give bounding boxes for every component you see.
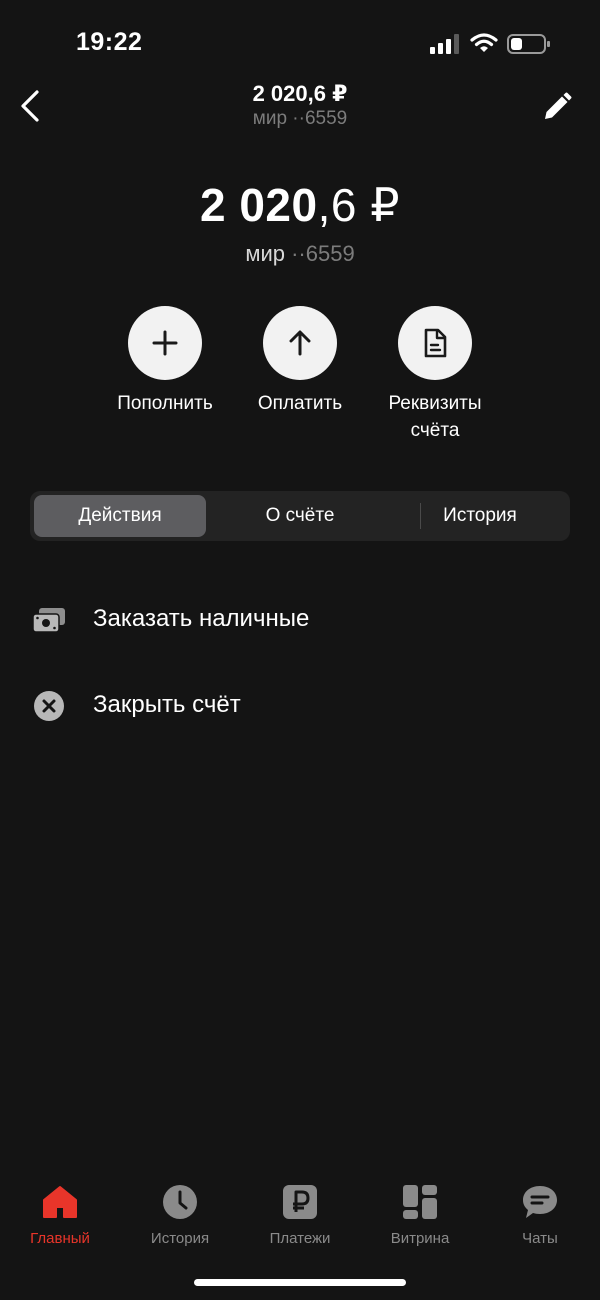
cash-icon [32,608,65,633]
bottom-nav: Главный История Платежи Витрина Чаты [0,1170,600,1260]
card-type-label: мир [245,241,285,266]
top-up-circle[interactable] [128,306,202,380]
tab-actions[interactable]: Действия [34,495,206,537]
tab-about-account[interactable]: О счёте [210,495,390,537]
nav-chats[interactable]: Чаты [480,1182,600,1247]
clock-icon-wrap [160,1182,200,1222]
close-account-label: Закрыть счёт [93,691,241,718]
home-icon-wrap [40,1182,80,1222]
ruble-icon-wrap [280,1182,320,1222]
requisites-label: Реквизиты счёта [360,390,510,444]
header-title: 2 020,6 ₽ [252,81,348,106]
tab-history[interactable]: История [390,495,570,537]
account-tabs: Действия О счёте История [30,491,570,541]
requisites-label-line2: счёта [410,420,460,441]
header: 2 020,6 ₽ мир ··6559 [0,76,600,136]
nav-history[interactable]: История [120,1182,240,1247]
nav-payments[interactable]: Платежи [240,1182,360,1247]
nav-history-label: История [150,1230,210,1247]
requisites-button[interactable]: Реквизиты счёта [360,306,510,444]
nav-payments-label: Платежи [269,1230,331,1247]
top-up-label: Пополнить [117,393,213,414]
order-cash-item[interactable]: Заказать наличные [0,590,600,650]
close-circle-icon [34,691,64,721]
pay-label: Оплатить [257,393,343,414]
nav-home-label: Главный [30,1230,90,1247]
balance-integer: 2 020 [199,179,318,231]
document-icon [424,328,447,358]
card-info: мир ··6559 [0,241,600,267]
wifi-icon [470,33,498,52]
close-circle-icon-wrap [32,689,66,723]
showcase-icon-wrap [400,1182,440,1222]
pencil-icon [545,92,572,119]
edit-button[interactable] [538,88,576,126]
balance-fraction: ,6 ₽ [317,179,401,231]
home-icon [43,1186,77,1218]
plus-icon [152,330,178,356]
home-indicator [194,1279,406,1286]
pay-circle[interactable] [263,306,337,380]
account-balance: 2 020,6 ₽ [0,178,600,232]
status-time: 19:22 [76,28,143,56]
status-bar: 19:22 [0,0,600,80]
cellular-signal-icon [430,34,459,54]
order-cash-label: Заказать наличные [93,605,310,632]
ruble-icon [283,1185,317,1219]
nav-chats-label: Чаты [522,1230,558,1247]
requisites-circle[interactable] [398,306,472,380]
battery-icon [507,34,550,54]
arrow-up-icon [289,330,311,356]
nav-showcase[interactable]: Витрина [360,1182,480,1247]
nav-showcase-label: Витрина [390,1230,450,1247]
requisites-label-line1: Реквизиты [388,393,482,414]
close-account-item[interactable]: Закрыть счёт [0,676,600,736]
clock-icon [163,1185,197,1219]
card-number: ··6559 [291,241,355,266]
cash-icon-wrap [32,603,66,637]
showcase-icon [403,1185,437,1219]
chat-icon-wrap [520,1182,560,1222]
pay-button[interactable]: Оплатить [225,306,375,417]
chat-icon [523,1186,557,1218]
top-up-button[interactable]: Пополнить [90,306,240,417]
header-subtitle: мир ··6559 [252,108,348,129]
account-screen: 19:22 2 020,6 ₽ мир ··6559 2 020,6 ₽ мир… [0,0,600,1300]
nav-home[interactable]: Главный [0,1182,120,1247]
